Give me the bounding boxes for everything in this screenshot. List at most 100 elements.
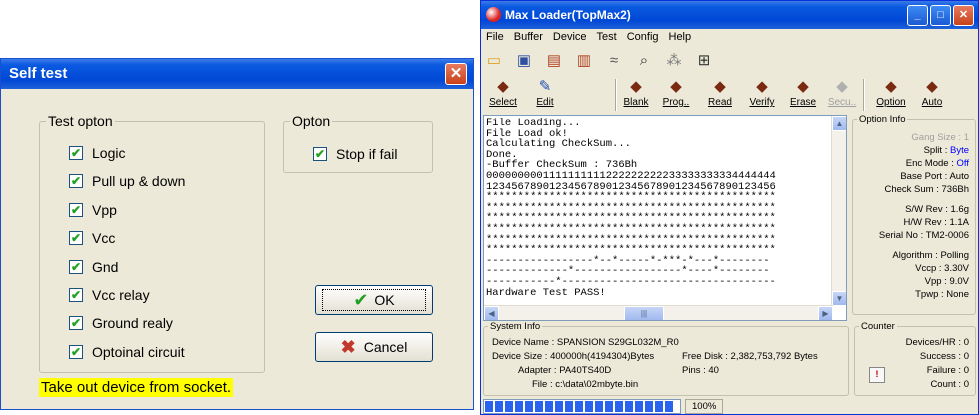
progress-block <box>515 401 523 412</box>
progress-block <box>625 401 633 412</box>
binary-icon[interactable]: ⁂ <box>663 51 685 71</box>
stop-if-fail-label: Stop if fail <box>336 146 398 162</box>
checkmark-icon: ✔ <box>353 289 369 310</box>
counter-title: Counter <box>859 321 897 332</box>
progress-block <box>585 401 593 412</box>
menu-test[interactable]: Test <box>592 30 622 46</box>
blank-button[interactable]: ◆ Blank <box>621 77 651 113</box>
network-icon[interactable]: ⊞ <box>693 51 715 71</box>
save-icon[interactable]: ▣ <box>513 51 535 71</box>
devices-hr: Devices/HR : 0 <box>905 337 969 348</box>
checkbox-logic[interactable]: ✔ Logic <box>69 145 125 161</box>
device-size: Device Size : 400000h(4194304)Bytes <box>492 351 655 362</box>
file-path: File : c:\data\02mbyte.bin <box>532 379 639 390</box>
split: Split : Byte <box>923 145 969 156</box>
option-info-title: Option Info <box>857 114 908 125</box>
window-title: Max Loader(TopMax2) <box>481 1 978 29</box>
option-button[interactable]: ◆ Option <box>873 77 909 113</box>
maximize-icon[interactable]: □ <box>930 5 951 26</box>
progress-block <box>535 401 543 412</box>
stop-if-fail-checkbox[interactable]: ✔ Stop if fail <box>313 146 397 162</box>
scroll-thumb[interactable]: ||| <box>624 306 664 320</box>
horizontal-scrollbar[interactable]: ◀ ||| ▶ <box>484 305 833 320</box>
checkbox-check-icon[interactable]: ✔ <box>313 147 327 161</box>
checkbox-vpp[interactable]: ✔ Vpp <box>69 202 117 218</box>
opton-group-label: Opton <box>290 113 333 129</box>
serial-no: Serial No : TM2-0006 <box>878 230 969 241</box>
wave-icon[interactable]: ≈ <box>603 51 625 71</box>
erase-button[interactable]: ◆ Erase <box>787 77 819 113</box>
toolbar-separator <box>863 79 865 111</box>
log-panel[interactable]: File Loading... File Load ok! Calculating … <box>483 115 847 321</box>
success-count: Success : 0 <box>919 351 969 362</box>
menu-file[interactable]: File <box>481 30 509 46</box>
auto-button[interactable]: ◆ Auto <box>917 77 947 113</box>
checkbox-check-icon[interactable]: ✔ <box>69 259 83 274</box>
progress-bar <box>483 399 681 414</box>
checkbox-ground-realy[interactable]: ✔ Ground realy <box>69 315 173 331</box>
blank-chip-icon: ◆ <box>630 78 642 95</box>
checkbox-check-icon[interactable]: ✔ <box>69 316 83 331</box>
checkbox-check-icon[interactable]: ✔ <box>69 202 83 217</box>
verify-chip-icon: ◆ <box>756 78 768 95</box>
edit-button[interactable]: ✎ Edit <box>531 77 559 113</box>
log-line: 0000000001111111111222222222233333333334… <box>486 169 776 182</box>
menu-config[interactable]: Config <box>622 30 664 46</box>
log-line: Hardware Test PASS! <box>486 286 606 299</box>
checkbox-optoinal-circuit[interactable]: ✔ Optoinal circuit <box>69 344 185 360</box>
progress-percent: 100% <box>685 399 724 414</box>
vpp: Vpp : 9.0V <box>924 276 969 287</box>
self-test-title: Self test <box>1 59 473 89</box>
progress-block <box>645 401 653 412</box>
scroll-down-icon[interactable]: ▼ <box>832 291 846 306</box>
system-info-panel: System Info Device Name : SPANSION S29GL… <box>483 321 849 396</box>
scroll-left-icon[interactable]: ◀ <box>484 306 499 320</box>
toolbar-file: ▭ ▣ ▤ ▥ ≈ ⌕ ⁂ ⊞ <box>483 48 723 74</box>
save-chip-icon[interactable]: ▥ <box>573 51 595 71</box>
progress-block <box>565 401 573 412</box>
log-line: -----------*----------------------------… <box>486 275 776 288</box>
minimize-icon[interactable]: _ <box>907 5 928 26</box>
vertical-scrollbar[interactable]: ▲ ▼ <box>831 116 846 306</box>
checkbox-pull-up-down[interactable]: ✔ Pull up & down <box>69 173 185 189</box>
load-chip-icon[interactable]: ▤ <box>543 51 565 71</box>
progress-block <box>555 401 563 412</box>
checkbox-gnd[interactable]: ✔ Gnd <box>69 259 118 275</box>
failure-count: Failure : 0 <box>926 365 969 376</box>
verify-button[interactable]: ◆ Verify <box>745 77 779 113</box>
checkbox-vcc-relay[interactable]: ✔ Vcc relay <box>69 287 150 303</box>
secure-button[interactable]: ◆ Secu.. <box>827 77 857 113</box>
menu-help[interactable]: Help <box>664 30 697 46</box>
check-sum: Check Sum : 736Bh <box>884 184 969 195</box>
checkbox-vcc[interactable]: ✔ Vcc <box>69 230 115 246</box>
log-line: ****************************************… <box>486 222 776 235</box>
program-button[interactable]: ◆ Prog.. <box>661 77 691 113</box>
progress-block <box>495 401 503 412</box>
open-folder-icon[interactable]: ▭ <box>483 51 505 71</box>
max-loader-window: Max Loader(TopMax2) _ □ ✕ File Buffer De… <box>480 0 979 415</box>
cancel-button[interactable]: ✖ Cancel <box>315 332 433 362</box>
checkbox-check-icon[interactable]: ✔ <box>69 174 83 189</box>
close-icon[interactable]: ✕ <box>953 5 974 26</box>
scroll-up-icon[interactable]: ▲ <box>832 116 846 131</box>
reset-counter-icon[interactable]: ! <box>869 367 885 383</box>
base-port: Base Port : Auto <box>900 171 969 182</box>
system-info-title: System Info <box>488 321 543 332</box>
log-line: Calculating CheckSum... <box>486 138 631 151</box>
checkbox-check-icon[interactable]: ✔ <box>69 231 83 246</box>
progress-block <box>605 401 613 412</box>
scroll-right-icon[interactable]: ▶ <box>818 306 833 320</box>
checkbox-label: Optoinal circuit <box>92 343 185 360</box>
toolbar-device: ◆ Select ✎ Edit ◆ Blank ◆ Prog.. ◆ Read … <box>481 77 978 113</box>
search-icon[interactable]: ⌕ <box>633 51 655 71</box>
read-button[interactable]: ◆ Read <box>705 77 735 113</box>
close-icon[interactable]: ✕ <box>445 63 467 85</box>
ok-button[interactable]: ✔ OK <box>315 285 433 315</box>
checkbox-check-icon[interactable]: ✔ <box>69 344 83 359</box>
checkbox-check-icon[interactable]: ✔ <box>69 288 83 302</box>
edit-icon: ✎ <box>538 78 552 95</box>
menu-buffer[interactable]: Buffer <box>509 30 548 46</box>
menu-device[interactable]: Device <box>548 30 592 46</box>
select-button[interactable]: ◆ Select <box>487 77 519 113</box>
checkbox-check-icon[interactable]: ✔ <box>69 146 83 160</box>
